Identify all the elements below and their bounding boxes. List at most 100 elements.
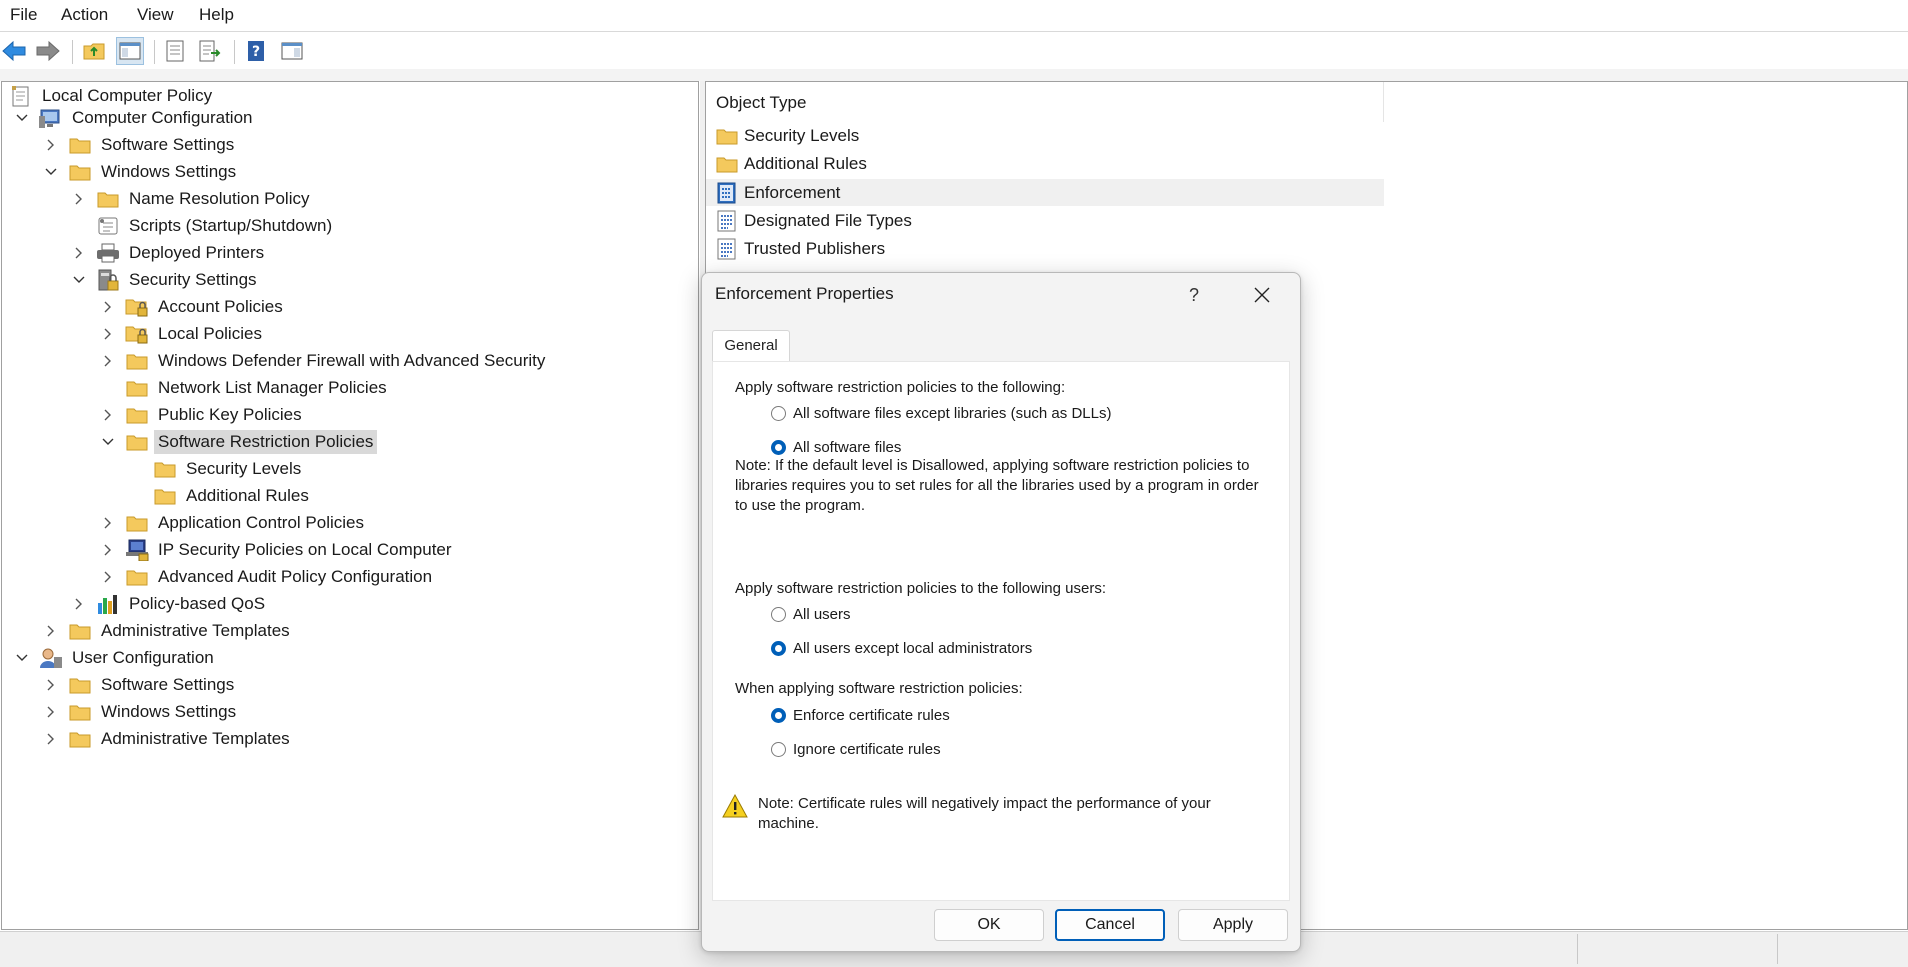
tree-label: Network List Manager Policies — [158, 377, 387, 397]
chevron-right-icon[interactable] — [44, 624, 58, 638]
properties-icon[interactable] — [161, 37, 189, 65]
chevron-down-icon[interactable] — [44, 165, 58, 179]
chevron-right-icon[interactable] — [44, 678, 58, 692]
export-list-icon[interactable] — [196, 37, 224, 65]
tree-item-windows-settings[interactable]: Windows Settings — [44, 158, 240, 185]
back-arrow-icon[interactable] — [0, 37, 28, 65]
chevron-down-icon[interactable] — [72, 273, 86, 287]
tree-item-ip-security-policies[interactable]: IP Security Policies on Local Computer — [101, 536, 456, 563]
tree-item-software-restriction-policies[interactable]: Software Restriction Policies — [101, 428, 378, 455]
tree-item-windows-defender-firewall[interactable]: Windows Defender Firewall with Advanced … — [101, 347, 549, 374]
menu-help[interactable]: Help — [193, 0, 240, 30]
list-item-label: Security Levels — [744, 125, 860, 145]
radio-button[interactable] — [771, 405, 786, 421]
list-item-additional-rules[interactable]: Additional Rules — [706, 150, 1384, 177]
radio-button-selected[interactable] — [771, 707, 786, 723]
list-item-designated-file-types[interactable]: Designated File Types — [706, 207, 1384, 234]
chevron-right-icon[interactable] — [101, 570, 115, 584]
chevron-down-icon[interactable] — [15, 111, 29, 125]
ok-button[interactable]: OK — [934, 909, 1044, 941]
user-icon — [39, 647, 63, 669]
radio-enforce-certificate-rules[interactable]: Enforce certificate rules — [771, 704, 950, 726]
tree-item-deployed-printers[interactable]: Deployed Printers — [72, 239, 268, 266]
tree-label: Software Settings — [101, 134, 235, 154]
tree-item-user-windows-settings[interactable]: Windows Settings — [44, 698, 240, 725]
list-item-trusted-publishers[interactable]: Trusted Publishers — [706, 235, 1384, 262]
tree-item-policy-based-qos[interactable]: Policy-based QoS — [72, 590, 269, 617]
menu-file[interactable]: File — [4, 0, 43, 30]
folder-icon — [68, 161, 92, 183]
chevron-down-icon[interactable] — [101, 435, 115, 449]
binary-policy-icon — [716, 210, 738, 232]
chevron-right-icon[interactable] — [101, 300, 115, 314]
apply-button[interactable]: Apply — [1178, 909, 1288, 941]
tree-item-user-configuration[interactable]: User Configuration — [15, 644, 218, 671]
radio-button[interactable] — [771, 606, 786, 622]
tree-item-software-settings[interactable]: Software Settings — [44, 131, 238, 158]
radio-button[interactable] — [771, 741, 786, 757]
chevron-right-icon[interactable] — [44, 732, 58, 746]
tree-label: Windows Settings — [101, 701, 237, 721]
tree-label: Administrative Templates — [101, 728, 290, 748]
radio-all-software-files[interactable]: All software files — [771, 436, 901, 458]
help-icon[interactable]: ? — [242, 37, 270, 65]
radio-button-selected[interactable] — [771, 640, 786, 656]
tree-item-scripts[interactable]: Scripts (Startup/Shutdown) — [96, 212, 336, 239]
radio-button-selected[interactable] — [771, 439, 786, 455]
tree-item-network-list-manager[interactable]: Network List Manager Policies — [125, 374, 391, 401]
tree-label: IP Security Policies on Local Computer — [158, 539, 452, 559]
tree-item-user-administrative-templates[interactable]: Administrative Templates — [44, 725, 294, 752]
tree-item-security-levels[interactable]: Security Levels — [153, 455, 305, 482]
list-item-security-levels[interactable]: Security Levels — [706, 122, 1384, 149]
tree-label: Windows Settings — [101, 161, 237, 181]
tree-label: Public Key Policies — [158, 404, 302, 424]
up-folder-icon[interactable] — [80, 37, 108, 65]
radio-except-local-admins[interactable]: All users except local administrators — [771, 637, 1032, 659]
console-tree[interactable]: Local Computer Policy Computer Configura… — [1, 81, 699, 930]
list-item-enforcement[interactable]: Enforcement — [706, 179, 1384, 206]
tree-item-administrative-templates[interactable]: Administrative Templates — [44, 617, 294, 644]
tree-item-account-policies[interactable]: Account Policies — [101, 293, 287, 320]
tree-item-application-control-policies[interactable]: Application Control Policies — [101, 509, 368, 536]
show-action-pane-icon[interactable] — [278, 37, 306, 65]
column-header-label: Object Type — [716, 93, 807, 112]
locked-folder-icon — [125, 296, 149, 318]
chevron-right-icon[interactable] — [44, 138, 58, 152]
tree-item-advanced-audit-policy[interactable]: Advanced Audit Policy Configuration — [101, 563, 436, 590]
folder-icon — [125, 377, 149, 399]
radio-ignore-certificate-rules[interactable]: Ignore certificate rules — [771, 738, 941, 760]
folder-icon — [153, 485, 177, 507]
tree-item-local-policies[interactable]: Local Policies — [101, 320, 266, 347]
chevron-right-icon[interactable] — [72, 192, 86, 206]
tree-item-public-key-policies[interactable]: Public Key Policies — [101, 401, 306, 428]
folder-icon — [96, 188, 120, 210]
tree-item-name-resolution-policy[interactable]: Name Resolution Policy — [72, 185, 313, 212]
tree-label: Deployed Printers — [129, 242, 265, 262]
menu-view[interactable]: View — [131, 0, 180, 30]
radio-except-libraries[interactable]: All software files except libraries (suc… — [771, 402, 1111, 424]
tree-item-additional-rules[interactable]: Additional Rules — [153, 482, 313, 509]
tree-item-security-settings[interactable]: Security Settings — [72, 266, 261, 293]
chevron-right-icon[interactable] — [101, 408, 115, 422]
chevron-right-icon[interactable] — [44, 705, 58, 719]
chevron-down-icon[interactable] — [15, 651, 29, 665]
tree-item-user-software-settings[interactable]: Software Settings — [44, 671, 238, 698]
chevron-right-icon[interactable] — [101, 516, 115, 530]
radio-all-users[interactable]: All users — [771, 603, 851, 625]
column-header-object-type[interactable]: Object Type — [706, 82, 1384, 122]
cancel-button[interactable]: Cancel — [1055, 909, 1165, 941]
toolbar-separator — [72, 40, 73, 64]
chevron-right-icon[interactable] — [101, 543, 115, 557]
tab-general[interactable]: General — [712, 330, 790, 362]
forward-arrow-icon[interactable] — [34, 37, 62, 65]
menu-action[interactable]: Action — [55, 0, 114, 30]
tree-item-computer-configuration[interactable]: Computer Configuration — [15, 104, 256, 131]
show-hide-console-tree-icon[interactable] — [116, 37, 144, 65]
close-button[interactable] — [1240, 278, 1284, 312]
chevron-right-icon[interactable] — [101, 327, 115, 341]
help-button[interactable]: ? — [1172, 278, 1216, 312]
chevron-right-icon[interactable] — [72, 597, 86, 611]
chevron-right-icon[interactable] — [72, 246, 86, 260]
chevron-right-icon[interactable] — [101, 354, 115, 368]
list-item-label: Trusted Publishers — [744, 238, 886, 258]
